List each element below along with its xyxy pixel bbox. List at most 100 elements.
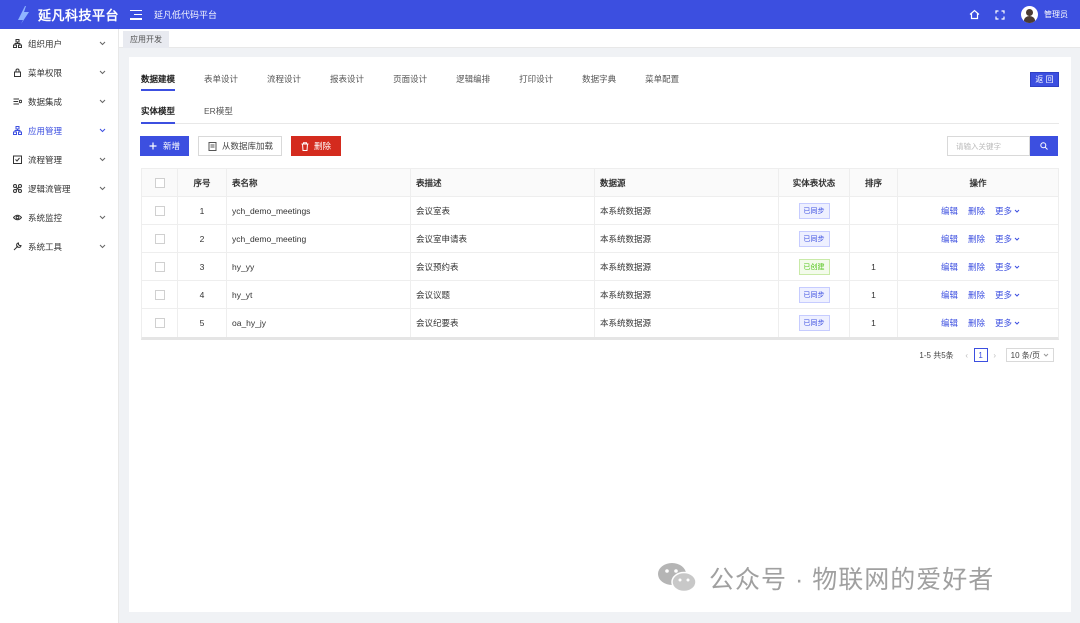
row-checkbox[interactable] bbox=[154, 318, 165, 328]
sidebar-item-system-monitor[interactable]: 系统监控 bbox=[0, 203, 118, 232]
chevron-down-icon bbox=[99, 70, 106, 75]
row-source: 本系统数据源 bbox=[595, 281, 779, 308]
edit-link[interactable]: 编辑 bbox=[941, 205, 958, 217]
status-badge: 已同步 bbox=[798, 315, 830, 331]
watermark-text: 公众号 · 物联网的爱好者 bbox=[709, 566, 995, 594]
sidebar-item-label: 逻辑流管理 bbox=[28, 183, 71, 194]
delete-link[interactable]: 删除 bbox=[968, 289, 985, 301]
prev-page-icon[interactable]: ‹ bbox=[962, 348, 972, 362]
sidebar: 组织用户 菜单权限 数据集成 应用管理 流程管理 逻辑流管理 系统监控 系统工具 bbox=[0, 29, 119, 623]
row-desc: 会议议题 bbox=[411, 281, 595, 308]
table-row: 4 hy_yt 会议议题 本系统数据源 已同步 1 编辑 删除 更多 bbox=[142, 281, 1058, 309]
row-checkbox[interactable] bbox=[154, 261, 165, 272]
row-checkbox[interactable] bbox=[154, 205, 165, 216]
row-sort bbox=[850, 225, 898, 252]
row-status-cell: 已同步 bbox=[779, 225, 850, 252]
status-badge: 已同步 bbox=[798, 230, 830, 247]
tab-app-dev[interactable]: 应用开发 bbox=[123, 31, 169, 48]
database-icon bbox=[208, 141, 217, 151]
table-row: 1 ych_demo_meetings 会议室表 本系统数据源 已同步 编辑 删… bbox=[142, 197, 1058, 225]
row-source: 本系统数据源 bbox=[595, 197, 779, 224]
row-no: 2 bbox=[178, 225, 227, 252]
logo-mark-icon bbox=[18, 5, 29, 24]
sidebar-item-logic-flow[interactable]: 逻辑流管理 bbox=[0, 174, 118, 203]
chevron-down-icon bbox=[99, 244, 106, 249]
header-source: 数据源 bbox=[595, 169, 779, 196]
row-sort bbox=[850, 197, 898, 224]
data-icon bbox=[13, 97, 22, 106]
tab-print-design[interactable]: 打印设计 bbox=[519, 73, 553, 91]
row-desc: 会议室表 bbox=[411, 197, 595, 224]
search-bar bbox=[947, 136, 1058, 156]
tool-icon bbox=[13, 242, 22, 251]
delete-button[interactable]: 删除 bbox=[291, 136, 341, 156]
tab-menu-config[interactable]: 菜单配置 bbox=[645, 73, 679, 91]
row-check-cell bbox=[142, 253, 178, 280]
tab-form-design[interactable]: 表单设计 bbox=[204, 73, 238, 91]
search-button[interactable] bbox=[1030, 136, 1058, 156]
tab-data-dictionary[interactable]: 数据字典 bbox=[582, 73, 616, 91]
fullscreen-icon[interactable] bbox=[993, 8, 1007, 22]
row-check-cell bbox=[142, 309, 178, 337]
back-button[interactable]: 返 回 bbox=[1030, 72, 1059, 87]
home-icon[interactable] bbox=[967, 8, 981, 22]
sidebar-item-org-users[interactable]: 组织用户 bbox=[0, 29, 118, 58]
sidebar-item-system-tools[interactable]: 系统工具 bbox=[0, 232, 118, 261]
tab-logic-orchestration[interactable]: 逻辑编排 bbox=[456, 73, 490, 91]
more-dropdown[interactable]: 更多 bbox=[995, 261, 1020, 273]
edit-link[interactable]: 编辑 bbox=[941, 317, 958, 329]
avatar[interactable] bbox=[1021, 6, 1038, 23]
tab-entity-model[interactable]: 实体模型 bbox=[141, 105, 176, 124]
sidebar-item-label: 组织用户 bbox=[28, 38, 63, 49]
row-checkbox[interactable] bbox=[154, 233, 165, 244]
more-label: 更多 bbox=[995, 233, 1013, 244]
row-status-cell: 已创建 bbox=[779, 253, 850, 280]
select-all-checkbox[interactable] bbox=[154, 177, 165, 188]
row-ops: 编辑 删除 更多 bbox=[898, 309, 1058, 337]
sidebar-item-app-management[interactable]: 应用管理 bbox=[0, 116, 118, 145]
delete-link[interactable]: 删除 bbox=[968, 317, 985, 329]
row-source: 本系统数据源 bbox=[595, 253, 779, 280]
chevron-down-icon bbox=[99, 215, 106, 220]
chevron-down-icon bbox=[99, 157, 106, 162]
delete-link[interactable]: 删除 bbox=[968, 261, 985, 273]
more-dropdown[interactable]: 更多 bbox=[995, 317, 1020, 329]
row-sort: 1 bbox=[850, 309, 898, 337]
add-button[interactable]: 新增 bbox=[140, 136, 189, 156]
search-input[interactable] bbox=[947, 136, 1030, 156]
menu-fold-icon[interactable] bbox=[130, 9, 142, 20]
sidebar-item-label: 数据集成 bbox=[28, 96, 63, 107]
tab-page-design[interactable]: 页面设计 bbox=[393, 73, 427, 91]
sidebar-item-label: 系统工具 bbox=[28, 241, 63, 252]
row-ops: 编辑 删除 更多 bbox=[898, 253, 1058, 280]
page-number[interactable]: 1 bbox=[973, 348, 988, 362]
tab-er-model[interactable]: ER模型 bbox=[204, 105, 233, 123]
more-dropdown[interactable]: 更多 bbox=[995, 205, 1020, 217]
delete-link[interactable]: 删除 bbox=[968, 205, 985, 217]
status-badge: 已同步 bbox=[798, 202, 830, 219]
sidebar-item-data-integration[interactable]: 数据集成 bbox=[0, 87, 118, 116]
user-name[interactable]: 管理员 bbox=[1044, 9, 1068, 20]
tab-data-modeling[interactable]: 数据建模 bbox=[141, 73, 176, 91]
edit-link[interactable]: 编辑 bbox=[941, 233, 958, 245]
tab-report-design[interactable]: 报表设计 bbox=[330, 73, 364, 91]
next-page-icon[interactable]: › bbox=[990, 348, 1000, 362]
more-dropdown[interactable]: 更多 bbox=[995, 233, 1020, 245]
edit-link[interactable]: 编辑 bbox=[941, 289, 958, 301]
add-button-label: 新增 bbox=[162, 141, 180, 151]
wechat-logo-icon bbox=[658, 563, 697, 593]
row-checkbox[interactable] bbox=[154, 289, 165, 300]
tab-flow-design[interactable]: 流程设计 bbox=[267, 73, 301, 91]
sidebar-item-flow-management[interactable]: 流程管理 bbox=[0, 145, 118, 174]
row-check-cell bbox=[142, 281, 178, 308]
row-desc: 会议室申请表 bbox=[411, 225, 595, 252]
delete-button-label: 删除 bbox=[314, 141, 332, 151]
org-icon bbox=[13, 39, 22, 48]
more-dropdown[interactable]: 更多 bbox=[995, 289, 1020, 301]
load-from-db-button[interactable]: 从数据库加载 bbox=[198, 136, 282, 156]
sidebar-item-menu-permission[interactable]: 菜单权限 bbox=[0, 58, 118, 87]
eye-icon bbox=[13, 213, 22, 222]
page-size-select[interactable]: 10 条/页 bbox=[1005, 348, 1054, 362]
edit-link[interactable]: 编辑 bbox=[941, 261, 958, 273]
delete-link[interactable]: 删除 bbox=[968, 233, 985, 245]
